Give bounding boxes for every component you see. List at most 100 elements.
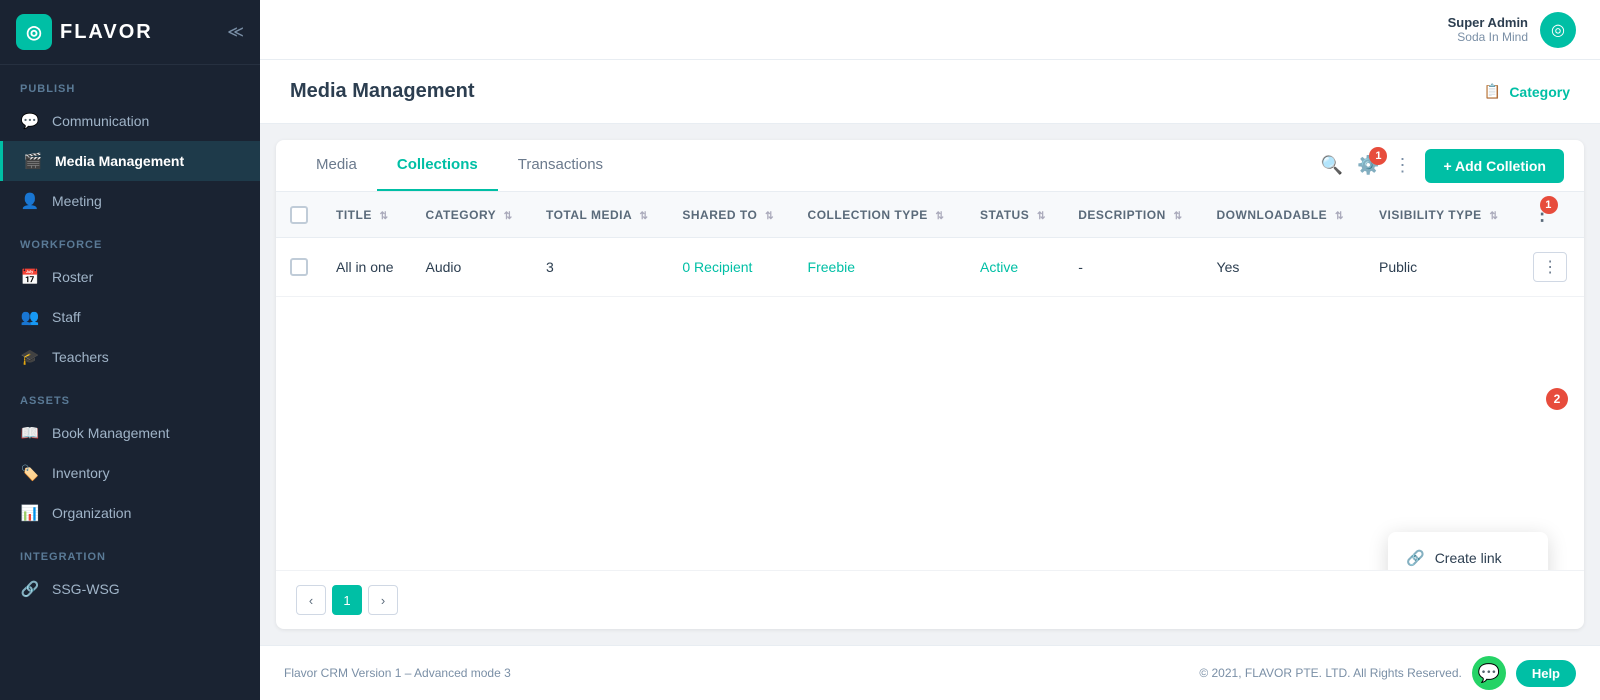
search-icon[interactable]: 🔍 [1321, 155, 1343, 176]
th-downloadable: DOWNLOADABLE ⇅ [1203, 192, 1366, 238]
sidebar: ◎ FLAVOR ≪ PUBLISH 💬 Communication 🎬 Med… [0, 0, 260, 700]
th-total-media: TOTAL MEDIA ⇅ [532, 192, 668, 238]
sort-category-icon[interactable]: ⇅ [504, 211, 513, 222]
tab-actions: 🔍 ⚙️ 1 ⋮ + Add Colletion [1321, 149, 1564, 183]
sidebar-item-teachers[interactable]: 🎓 Teachers [0, 337, 260, 377]
meeting-label: Meeting [52, 193, 102, 209]
page-content: Media Management 📋 Category Media Collec… [260, 60, 1600, 645]
sort-title-icon[interactable]: ⇅ [380, 211, 389, 222]
category-label: Category [1509, 84, 1570, 100]
organization-label: Organization [52, 505, 131, 521]
row-category: Audio [412, 238, 532, 297]
logo-icon: ◎ [16, 14, 52, 50]
row-shared-to[interactable]: 0 Recipient [668, 238, 793, 297]
context-menu: 🔗 Create link ✏️ Edit 🗑️ Delete [1388, 532, 1548, 570]
sidebar-item-staff[interactable]: 👥 Staff [0, 297, 260, 337]
sort-downloadable-icon[interactable]: ⇅ [1335, 211, 1344, 222]
footer-copyright: © 2021, FLAVOR PTE. LTD. All Rights Rese… [1199, 666, 1462, 680]
sidebar-item-inventory[interactable]: 🏷️ Inventory [0, 453, 260, 493]
row-visibility-type: Public [1365, 238, 1519, 297]
th-description: DESCRIPTION ⇅ [1064, 192, 1202, 238]
row-checkbox-cell [276, 238, 322, 297]
context-menu-create-link[interactable]: 🔗 Create link [1388, 538, 1548, 570]
sidebar-item-communication[interactable]: 💬 Communication [0, 101, 260, 141]
logo-area: ◎ FLAVOR [16, 14, 153, 50]
collections-table: TITLE ⇅ CATEGORY ⇅ TOTAL MEDIA ⇅ SHARED … [276, 192, 1584, 297]
th-visibility-type: VISIBILITY TYPE ⇅ [1365, 192, 1519, 238]
meeting-icon: 👤 [20, 192, 40, 210]
row-0-checkbox[interactable] [290, 258, 308, 276]
table-header-row: TITLE ⇅ CATEGORY ⇅ TOTAL MEDIA ⇅ SHARED … [276, 192, 1584, 238]
row-0-more-button[interactable]: ⋮ [1533, 252, 1567, 282]
sidebar-item-media-management[interactable]: 🎬 Media Management [0, 141, 260, 181]
book-management-label: Book Management [52, 425, 170, 441]
sort-collection-type-icon[interactable]: ⇅ [936, 211, 945, 222]
sort-visibility-type-icon[interactable]: ⇅ [1489, 211, 1498, 222]
th-badge: 1 [1540, 196, 1558, 214]
user-name: Super Admin [1448, 15, 1528, 30]
sort-total-media-icon[interactable]: ⇅ [640, 211, 649, 222]
logo-text: FLAVOR [60, 21, 153, 44]
th-shared-to: SHARED TO ⇅ [668, 192, 793, 238]
help-button[interactable]: Help [1516, 660, 1576, 687]
sort-shared-to-icon[interactable]: ⇅ [765, 211, 774, 222]
main-content: Super Admin Soda In Mind ◎ Media Managem… [260, 0, 1600, 700]
user-info: Super Admin Soda In Mind [1448, 15, 1528, 44]
more-options-icon[interactable]: ⋮ [1393, 155, 1411, 176]
topbar: Super Admin Soda In Mind ◎ [260, 0, 1600, 60]
user-avatar: ◎ [1540, 12, 1576, 48]
th-actions: ⋮ 1 [1519, 192, 1584, 238]
pagination-prev-button[interactable]: ‹ [296, 585, 326, 615]
th-badge-container: ⋮ 1 [1533, 204, 1552, 225]
add-collection-button[interactable]: + Add Colletion [1425, 149, 1564, 183]
sidebar-header: ◎ FLAVOR ≪ [0, 0, 260, 65]
pagination-next-button[interactable]: › [368, 585, 398, 615]
teachers-label: Teachers [52, 349, 109, 365]
user-org: Soda In Mind [1448, 30, 1528, 44]
sidebar-item-meeting[interactable]: 👤 Meeting [0, 181, 260, 221]
inventory-label: Inventory [52, 465, 110, 481]
filter-badge-container: ⚙️ 1 [1357, 155, 1379, 176]
tab-transactions[interactable]: Transactions [498, 140, 623, 191]
row-status: Active [966, 238, 1064, 297]
tab-collections[interactable]: Collections [377, 140, 498, 191]
inventory-icon: 🏷️ [20, 464, 40, 482]
context-menu-badge: 2 [1546, 388, 1568, 410]
category-icon: 📋 [1484, 83, 1501, 100]
filter-badge: 1 [1369, 147, 1387, 165]
whatsapp-button[interactable]: 💬 [1472, 656, 1506, 690]
media-management-label: Media Management [55, 153, 184, 169]
th-category: CATEGORY ⇅ [412, 192, 532, 238]
collapse-sidebar-button[interactable]: ≪ [227, 22, 244, 42]
book-management-icon: 📖 [20, 424, 40, 442]
row-title: All in one [322, 238, 412, 297]
sidebar-section-publish: PUBLISH [0, 65, 260, 101]
communication-icon: 💬 [20, 112, 40, 130]
ssg-wsg-label: SSG-WSG [52, 581, 120, 597]
select-all-checkbox[interactable] [290, 206, 308, 224]
sidebar-item-organization[interactable]: 📊 Organization [0, 493, 260, 533]
row-total-media: 3 [532, 238, 668, 297]
organization-icon: 📊 [20, 504, 40, 522]
sort-status-icon[interactable]: ⇅ [1037, 211, 1046, 222]
footer-actions: © 2021, FLAVOR PTE. LTD. All Rights Rese… [1199, 656, 1576, 690]
row-actions-cell: ⋮ [1519, 238, 1584, 297]
tabs-row: Media Collections Transactions 🔍 ⚙️ 1 ⋮ … [276, 140, 1584, 192]
create-link-icon: 🔗 [1406, 549, 1425, 567]
create-link-label: Create link [1435, 550, 1502, 566]
pagination-page-1-button[interactable]: 1 [332, 585, 362, 615]
staff-label: Staff [52, 309, 81, 325]
sidebar-item-ssg-wsg[interactable]: 🔗 SSG-WSG [0, 569, 260, 609]
media-management-icon: 🎬 [23, 152, 43, 170]
tab-media[interactable]: Media [296, 140, 377, 191]
sort-description-icon[interactable]: ⇅ [1174, 211, 1183, 222]
page-header: Media Management 📋 Category [260, 60, 1600, 124]
pagination-row: ‹ 1 › [276, 570, 1584, 629]
row-description: - [1064, 238, 1202, 297]
row-collection-type[interactable]: Freebie [794, 238, 966, 297]
sidebar-item-roster[interactable]: 📅 Roster [0, 257, 260, 297]
category-button[interactable]: 📋 Category [1484, 83, 1570, 100]
ssg-wsg-icon: 🔗 [20, 580, 40, 598]
sidebar-section-assets: ASSETS [0, 377, 260, 413]
sidebar-item-book-management[interactable]: 📖 Book Management [0, 413, 260, 453]
